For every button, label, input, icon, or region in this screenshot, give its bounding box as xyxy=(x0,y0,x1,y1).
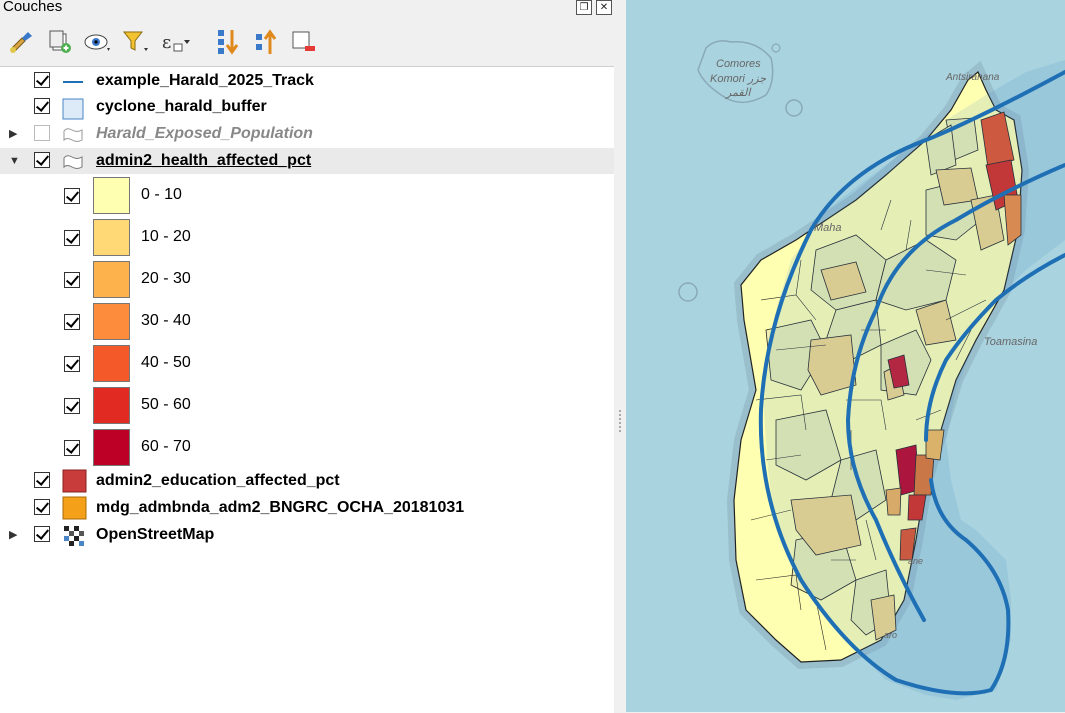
close-icon[interactable]: ✕ xyxy=(596,0,612,15)
manage-visibility-icon[interactable] xyxy=(82,26,114,58)
legend-item-checkbox[interactable] xyxy=(64,230,80,246)
panel-splitter[interactable] xyxy=(614,0,626,712)
legend-item[interactable]: 40 - 50 xyxy=(0,343,614,385)
legend-item-checkbox[interactable] xyxy=(64,188,80,204)
map-label-antsiranana: Antsiranana xyxy=(946,72,1000,83)
filter-legend-icon[interactable] xyxy=(120,26,152,58)
layer-visibility-checkbox[interactable] xyxy=(34,125,50,141)
legend-item-checkbox[interactable] xyxy=(64,314,80,330)
layer-name: admin2_health_affected_pct xyxy=(96,152,312,169)
layer-name: OpenStreetMap xyxy=(96,526,215,543)
legend-label: 0 - 10 xyxy=(141,186,182,203)
legend-swatch xyxy=(93,219,130,256)
legend-label: 60 - 70 xyxy=(141,438,191,455)
layer-visibility-checkbox[interactable] xyxy=(34,72,50,88)
map-label-alqamar: القمر xyxy=(726,87,751,99)
layer-row-track[interactable]: example_Harald_2025_Track xyxy=(0,68,614,94)
splitter-handle[interactable] xyxy=(619,410,623,432)
legend-label: 30 - 40 xyxy=(141,312,191,329)
layer-visibility-checkbox[interactable] xyxy=(34,472,50,488)
map-label-mahajanga: Maha xyxy=(814,222,842,234)
fill-symbol-icon xyxy=(62,496,88,520)
legend-label: 20 - 30 xyxy=(141,270,191,287)
legend-item-checkbox[interactable] xyxy=(64,272,80,288)
remove-layer-icon[interactable] xyxy=(288,26,320,58)
expand-arrow-icon[interactable]: ▶ xyxy=(9,127,19,141)
legend-label: 40 - 50 xyxy=(141,354,191,371)
map-label-ane: ane xyxy=(908,556,924,566)
legend-item[interactable]: 60 - 70 xyxy=(0,427,614,469)
layer-name: mdg_admbnda_adm2_BNGRC_OCHA_20181031 xyxy=(96,499,465,516)
legend-item-checkbox[interactable] xyxy=(64,356,80,372)
layer-visibility-checkbox[interactable] xyxy=(34,98,50,114)
restore-icon[interactable]: ❐ xyxy=(576,0,592,15)
layer-name: example_Harald_2025_Track xyxy=(96,72,314,89)
legend-swatch xyxy=(93,387,130,424)
layer-row-health-affected[interactable]: ▼ admin2_health_affected_pct xyxy=(0,148,614,174)
layer-row-education-affected[interactable]: admin2_education_affected_pct xyxy=(0,468,614,494)
line-symbol-icon xyxy=(62,72,84,92)
fill-symbol-icon xyxy=(62,469,88,493)
layer-visibility-checkbox[interactable] xyxy=(34,526,50,542)
panel-title: Couches xyxy=(3,0,63,15)
collapse-all-icon[interactable] xyxy=(250,26,282,58)
legend-label: 10 - 20 xyxy=(141,228,191,245)
legend-item[interactable]: 50 - 60 xyxy=(0,385,614,427)
layer-row-exposed-population[interactable]: ▶ Harald_Exposed_Population xyxy=(0,121,614,147)
collapse-arrow-icon[interactable]: ▼ xyxy=(9,154,20,168)
legend-swatch xyxy=(93,303,130,340)
layer-tree: example_Harald_2025_Track cyclone_harald… xyxy=(0,66,614,713)
raster-icon xyxy=(64,526,86,546)
layer-row-openstreetmap[interactable]: ▶ OpenStreetMap xyxy=(0,522,614,548)
add-group-icon[interactable] xyxy=(44,26,76,58)
legend-item[interactable]: 0 - 10 xyxy=(0,175,614,217)
legend-item-checkbox[interactable] xyxy=(64,440,80,456)
expand-arrow-icon[interactable]: ▶ xyxy=(9,528,19,542)
expand-all-icon[interactable] xyxy=(212,26,244,58)
filter-expression-icon[interactable]: ε xyxy=(158,26,190,58)
map-label-aro: aro xyxy=(884,630,898,640)
legend-item[interactable]: 20 - 30 xyxy=(0,259,614,301)
polygon-symbol-icon xyxy=(62,98,84,120)
legend-item-checkbox[interactable] xyxy=(64,398,80,414)
legend-item[interactable]: 30 - 40 xyxy=(0,301,614,343)
layers-panel: Couches ❐ ✕ ε example_Harald_2025_Track … xyxy=(0,0,621,713)
layer-row-buffer[interactable]: cyclone_harald_buffer xyxy=(0,94,614,120)
legend-swatch xyxy=(93,177,130,214)
polygon-outline-icon xyxy=(62,125,84,145)
svg-text:ε: ε xyxy=(162,32,171,53)
map-label-komori: Komori جزر xyxy=(710,73,767,85)
map-canvas[interactable]: Comores Komori جزر القمر Antsiranana Mah… xyxy=(626,0,1065,712)
legend-swatch xyxy=(93,345,130,382)
legend-swatch xyxy=(93,429,130,466)
polygon-outline-icon xyxy=(62,152,84,172)
map-label-comores: Comores xyxy=(716,58,761,70)
layer-name: Harald_Exposed_Population xyxy=(96,125,313,142)
legend-label: 50 - 60 xyxy=(141,396,191,413)
map-label-toamasina: Toamasina xyxy=(984,336,1038,348)
layer-name: cyclone_harald_buffer xyxy=(96,98,267,115)
legend-swatch xyxy=(93,261,130,298)
map-svg xyxy=(678,40,1065,700)
style-manager-icon[interactable] xyxy=(6,26,38,58)
layer-visibility-checkbox[interactable] xyxy=(34,499,50,515)
legend-item[interactable]: 10 - 20 xyxy=(0,217,614,259)
layer-visibility-checkbox[interactable] xyxy=(34,152,50,168)
layer-row-admin-boundaries[interactable]: mdg_admbnda_adm2_BNGRC_OCHA_20181031 xyxy=(0,495,614,521)
layer-name: admin2_education_affected_pct xyxy=(96,472,340,489)
